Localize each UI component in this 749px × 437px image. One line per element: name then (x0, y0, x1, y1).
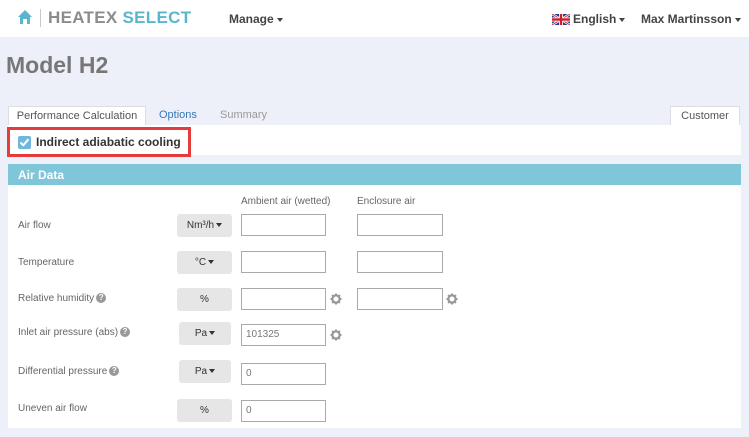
temperature-ambient-input[interactable] (241, 251, 326, 273)
chevron-down-icon (276, 17, 283, 22)
chevron-down-icon (216, 223, 223, 228)
humidity-unit-box: % (177, 288, 232, 311)
chevron-down-icon (209, 331, 216, 336)
page-title: Model H2 (6, 52, 109, 78)
airflow-unit-dropdown[interactable]: Nm³/h (177, 214, 232, 237)
airflow-unit-label: Nm³/h (186, 220, 215, 231)
temperature-enclosure-input[interactable] (357, 251, 443, 273)
help-icon[interactable]: ? (120, 327, 131, 338)
diff-pressure-unit-label: Pa (194, 366, 208, 377)
user-menu[interactable]: Max Martinsson (641, 12, 741, 26)
uk-flag-icon (552, 14, 570, 25)
language-menu[interactable]: English (573, 12, 626, 26)
inlet-pressure-unit-label: Pa (194, 328, 208, 339)
diff-pressure-label: Differential pressure (18, 366, 108, 377)
enclosure-column-header: Enclosure air (357, 196, 416, 207)
humidity-label-wrap: Relative humidity? (18, 293, 107, 304)
humidity-label: Relative humidity (18, 293, 95, 304)
air-data-title: Air Data (18, 168, 65, 182)
gear-icon[interactable] (330, 293, 342, 305)
check-icon (19, 138, 30, 147)
airflow-ambient-input[interactable] (241, 214, 326, 236)
chevron-down-icon (209, 369, 216, 374)
brand-logo[interactable]: HEATEX SELECT (48, 8, 191, 28)
tab-options[interactable]: Options (159, 106, 197, 125)
airflow-label: Air flow (18, 220, 51, 231)
uneven-ambient-input[interactable]: 0 (241, 400, 326, 422)
tab-customer[interactable]: Customer (670, 106, 740, 125)
language-label: English (573, 12, 617, 26)
chevron-down-icon (619, 17, 626, 22)
temperature-unit-label: °C (194, 257, 207, 268)
gear-icon[interactable] (330, 329, 342, 341)
temperature-unit-dropdown[interactable]: °C (177, 251, 232, 274)
inlet-pressure-ambient-input[interactable]: 101325 (241, 324, 326, 346)
user-name: Max Martinsson (641, 12, 732, 26)
inlet-pressure-unit-dropdown[interactable]: Pa (179, 322, 231, 345)
chevron-down-icon (208, 260, 215, 265)
gear-icon[interactable] (446, 293, 458, 305)
ambient-column-header: Ambient air (wetted) (241, 196, 331, 207)
manage-menu[interactable]: Manage (229, 12, 283, 26)
air-data-header (8, 164, 741, 185)
indirect-cooling-label[interactable]: Indirect adiabatic cooling (36, 135, 181, 149)
airflow-enclosure-input[interactable] (357, 214, 443, 236)
diff-pressure-label-wrap: Differential pressure? (18, 366, 120, 377)
home-icon[interactable] (17, 9, 33, 25)
indirect-cooling-checkbox[interactable] (18, 136, 31, 149)
tab-performance-calculation[interactable]: Performance Calculation (8, 106, 146, 125)
diff-pressure-ambient-input[interactable]: 0 (241, 363, 326, 385)
chevron-down-icon (734, 17, 741, 22)
inlet-pressure-label: Inlet air pressure (abs) (18, 327, 119, 338)
manage-label: Manage (229, 12, 274, 26)
diff-pressure-unit-dropdown[interactable]: Pa (179, 360, 231, 383)
humidity-ambient-input[interactable] (241, 288, 326, 310)
temperature-label: Temperature (18, 257, 75, 268)
inlet-pressure-label-wrap: Inlet air pressure (abs)? (18, 327, 131, 338)
help-icon[interactable]: ? (109, 366, 120, 377)
brand-heatex: HEATEX (48, 8, 118, 27)
uneven-airflow-label: Uneven air flow (18, 403, 87, 414)
help-icon[interactable]: ? (96, 293, 107, 304)
humidity-enclosure-input[interactable] (357, 288, 443, 310)
brand-separator (40, 9, 41, 27)
tab-summary[interactable]: Summary (220, 106, 267, 125)
uneven-unit-box: % (177, 399, 232, 422)
brand-select: SELECT (122, 8, 192, 27)
